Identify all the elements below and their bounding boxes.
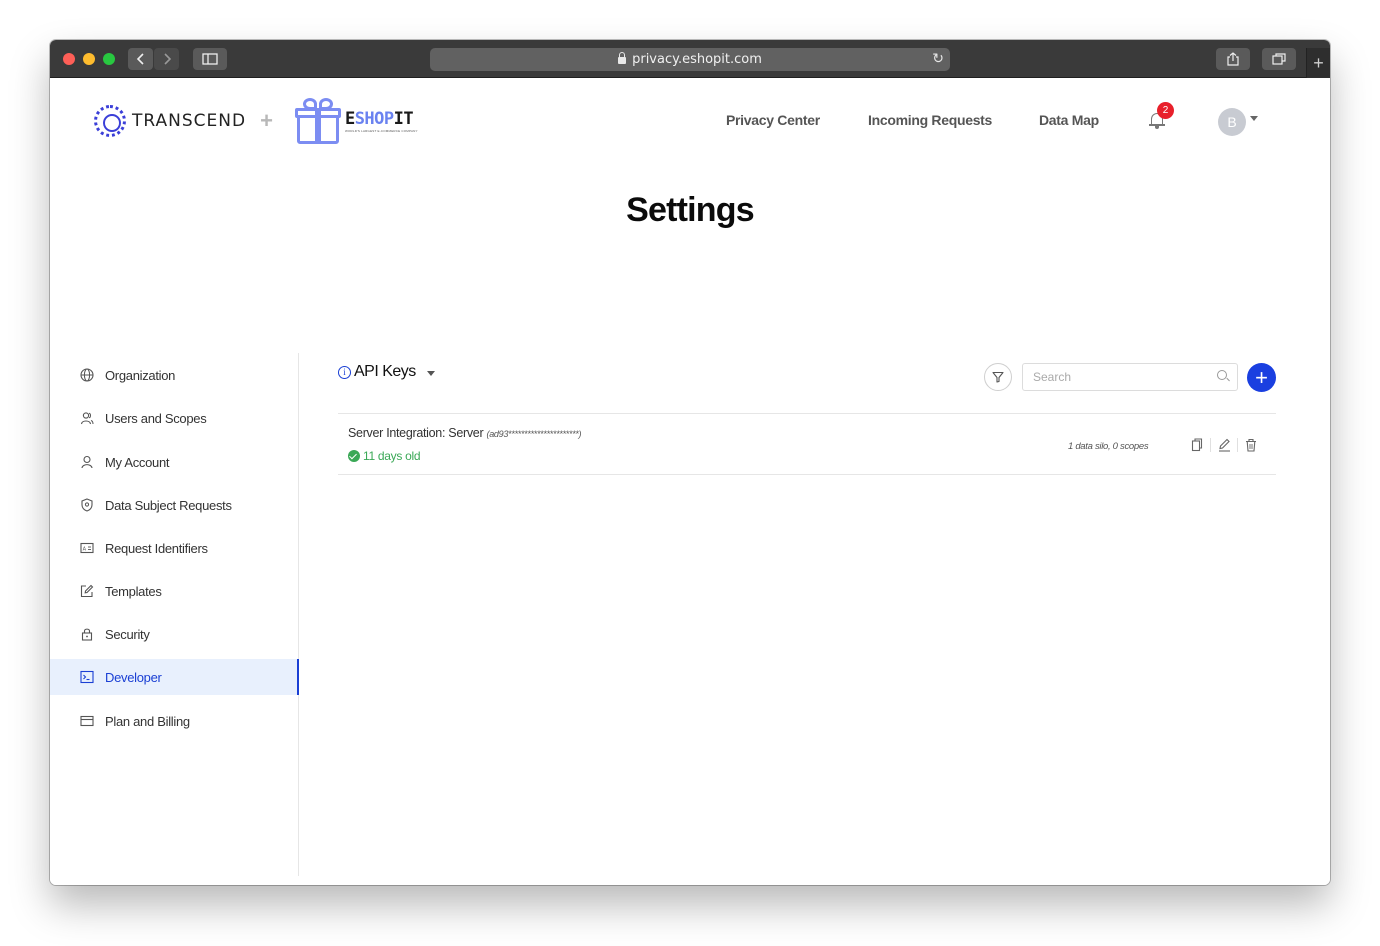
filter-icon — [992, 371, 1004, 383]
sidebar-item-label: Organization — [105, 367, 176, 383]
browser-window: privacy.eshopit.com ↻ + TRANSCEND + ESHO… — [50, 40, 1330, 885]
brand-logos[interactable]: TRANSCEND + ESHOPIT WORLD'S LARGEST E-CO… — [94, 98, 418, 144]
sidebar-item-my-account[interactable]: My Account — [50, 444, 299, 480]
sidebar-item-label: Plan and Billing — [105, 713, 190, 729]
sidebar-item-label: Data Subject Requests — [105, 497, 232, 513]
gift-icon — [294, 98, 341, 144]
shield-icon — [80, 498, 94, 512]
lock-icon — [80, 627, 94, 641]
sidebar-item-security[interactable]: Security — [50, 616, 299, 652]
search-placeholder: Search — [1033, 370, 1072, 384]
eshopit-logo: ESHOPIT WORLD'S LARGEST E-COMMERCE COMPA… — [344, 109, 418, 133]
globe-icon — [80, 368, 94, 382]
edit-icon — [80, 584, 94, 598]
caret-down-icon[interactable] — [426, 370, 435, 376]
add-api-key-button[interactable]: + — [1247, 363, 1276, 392]
brand-plus: + — [260, 108, 273, 133]
id-card-icon: A — [80, 541, 94, 555]
share-icon — [1227, 52, 1239, 66]
terminal-icon — [80, 670, 94, 684]
search-icon — [1217, 370, 1227, 380]
nav-incoming-requests[interactable]: Incoming Requests — [868, 112, 992, 128]
sidebar-item-data-subject-requests[interactable]: Data Subject Requests — [50, 487, 299, 523]
address-bar[interactable]: privacy.eshopit.com ↻ — [430, 48, 950, 71]
chevron-right-icon — [163, 53, 171, 65]
users-icon — [80, 411, 94, 425]
copy-icon[interactable] — [1190, 437, 1204, 453]
table-row[interactable]: Server Integration: Server (ad93********… — [338, 413, 1276, 475]
sidebar-item-label: Request Identifiers — [105, 540, 208, 556]
edit-icon[interactable] — [1217, 437, 1231, 453]
page-content: TRANSCEND + ESHOPIT WORLD'S LARGEST E-CO… — [50, 78, 1330, 885]
notification-badge: 2 — [1157, 102, 1174, 119]
transcend-logo-icon — [94, 105, 126, 137]
sidebar-item-users-and-scopes[interactable]: Users and Scopes — [50, 400, 299, 436]
search-input[interactable]: Search — [1022, 363, 1238, 391]
lock-icon — [618, 52, 627, 64]
tabs-overview-button[interactable] — [1262, 48, 1296, 70]
sidebar-item-organization[interactable]: Organization — [50, 357, 299, 393]
sidebar-item-request-identifiers[interactable]: A Request Identifiers — [50, 530, 299, 566]
browser-titlebar: privacy.eshopit.com ↻ + — [50, 40, 1330, 78]
avatar[interactable]: B — [1218, 108, 1246, 136]
nav-data-map[interactable]: Data Map — [1039, 112, 1099, 128]
trash-icon[interactable] — [1244, 437, 1258, 453]
close-window-button[interactable] — [63, 53, 75, 65]
sidebar-item-label: My Account — [105, 454, 170, 470]
info-icon[interactable]: i — [338, 365, 351, 379]
check-circle-icon — [348, 450, 360, 462]
new-tab-button[interactable]: + — [1306, 48, 1330, 78]
share-button[interactable] — [1216, 48, 1250, 70]
settings-sidebar: Organization Users and Scopes My Account… — [50, 353, 299, 876]
transcend-wordmark: TRANSCEND — [132, 111, 247, 131]
sidebar-item-label: Users and Scopes — [105, 410, 207, 426]
svg-text:A: A — [83, 546, 87, 552]
url-text: privacy.eshopit.com — [632, 52, 762, 67]
nav-privacy-center[interactable]: Privacy Center — [726, 112, 820, 128]
api-key-meta: 1 data silo, 0 scopes — [1068, 441, 1149, 452]
section-header[interactable]: i API Keys — [338, 363, 435, 381]
api-key-name: Server Integration: Server (ad93********… — [348, 426, 582, 440]
caret-down-icon[interactable] — [1250, 116, 1258, 121]
page-title: Settings — [626, 191, 755, 229]
sidebar-item-plan-and-billing[interactable]: Plan and Billing — [50, 703, 299, 739]
chevron-left-icon — [136, 53, 144, 65]
sidebar-toggle-button[interactable] — [193, 48, 227, 70]
section-title: API Keys — [354, 363, 416, 380]
back-button[interactable] — [128, 48, 153, 70]
sidebar-item-developer[interactable]: Developer — [50, 659, 299, 695]
maximize-window-button[interactable] — [103, 53, 115, 65]
api-key-age: 11 days old — [348, 449, 420, 463]
credit-card-icon — [80, 714, 94, 728]
forward-button[interactable] — [154, 48, 179, 70]
filter-button[interactable] — [984, 363, 1012, 391]
row-actions — [1190, 437, 1258, 453]
minimize-window-button[interactable] — [83, 53, 95, 65]
plus-icon: + — [1313, 52, 1324, 73]
sidebar-icon — [202, 53, 218, 65]
sidebar-item-label: Templates — [105, 583, 162, 599]
api-key-masked: (ad93**********************) — [486, 429, 582, 439]
sidebar-item-label: Security — [105, 626, 150, 642]
sidebar-item-label: Developer — [105, 669, 162, 685]
tabs-icon — [1272, 53, 1286, 65]
reload-icon[interactable]: ↻ — [932, 51, 944, 67]
user-icon — [80, 455, 94, 469]
sidebar-item-templates[interactable]: Templates — [50, 573, 299, 609]
